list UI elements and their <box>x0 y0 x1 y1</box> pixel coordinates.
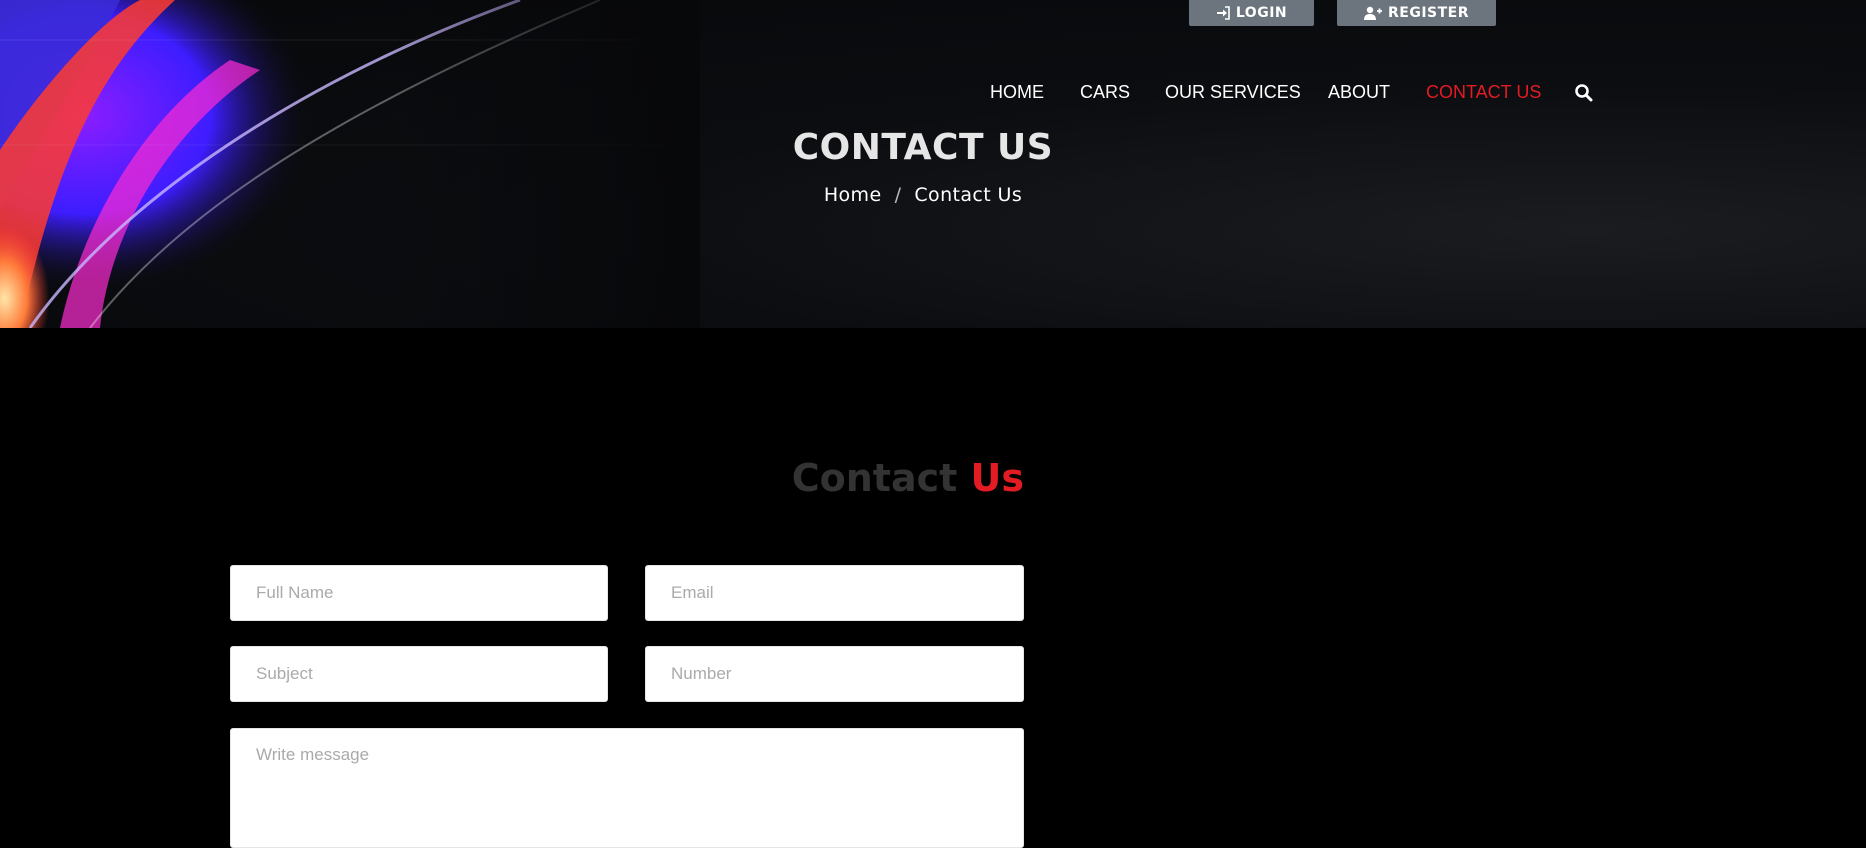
user-plus-icon <box>1363 6 1382 20</box>
message-textarea[interactable] <box>230 728 1024 848</box>
heading-part-contact: Contact <box>791 456 958 500</box>
breadcrumb-separator: / <box>894 184 902 206</box>
search-icon[interactable] <box>1574 83 1594 103</box>
heading-part-us: Us <box>970 456 1024 500</box>
breadcrumb: Home / Contact Us <box>0 182 1846 208</box>
login-button[interactable]: LOGIN <box>1189 0 1314 26</box>
page-title: CONTACT US <box>792 127 1054 168</box>
breadcrumb-current: Contact Us <box>914 184 1023 206</box>
nav-item-about[interactable]: ABOUT <box>1328 80 1390 104</box>
nav-item-our-services[interactable]: OUR SERVICES <box>1165 80 1301 104</box>
register-button[interactable]: REGISTER <box>1337 0 1496 26</box>
subject-input[interactable] <box>230 646 608 702</box>
breadcrumb-home-link[interactable]: Home <box>824 184 882 206</box>
nav-item-cars[interactable]: CARS <box>1080 80 1130 104</box>
email-input[interactable] <box>645 565 1024 621</box>
login-label: LOGIN <box>1235 5 1288 21</box>
contact-section-heading: Contact Us <box>230 450 1024 506</box>
page-banner: LOGIN REGISTER HOME CARS OUR SERVICES AB… <box>0 0 1866 328</box>
full-name-input[interactable] <box>230 565 608 621</box>
nav-item-contact-us[interactable]: CONTACT US <box>1426 80 1541 104</box>
register-label: REGISTER <box>1387 5 1470 21</box>
main-navigation: HOME CARS OUR SERVICES ABOUT CONTACT US <box>0 80 1866 106</box>
number-input[interactable] <box>645 646 1024 702</box>
nav-item-home[interactable]: HOME <box>990 80 1044 104</box>
sign-in-icon <box>1216 6 1230 20</box>
